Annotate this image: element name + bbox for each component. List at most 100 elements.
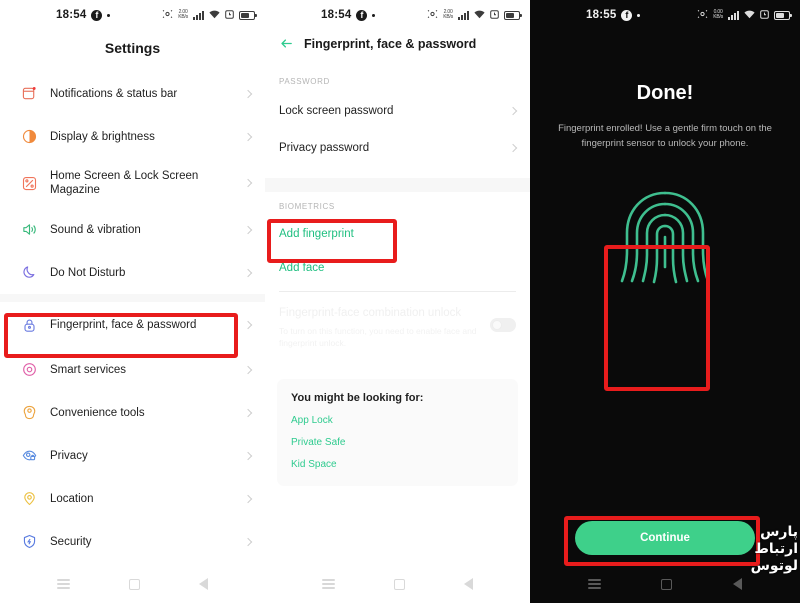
combination-unlock-title: Fingerprint-face combination unlock [279,307,462,319]
back-icon[interactable] [463,578,473,590]
sidebar-item-sound[interactable]: Sound & vibration [0,208,265,251]
suggestions-heading: You might be looking for: [291,392,424,404]
status-bar-right: 0.00 KB/s [697,6,792,24]
sound-icon [16,222,42,237]
chevron-right-icon [243,268,253,277]
back-icon[interactable] [198,578,208,590]
status-bar-left: 18:54 f [321,9,376,21]
status-bar-settings: 18:54 f 2.00 KB/s [0,0,265,30]
group-header-biometrics: BIOMETRICS [279,202,335,211]
phone-screen-enrollment-done: 18:55 f 0.00 KB/s Done! Fingerprint enro… [530,0,800,603]
watermark-line-2: ارتباط [754,541,798,557]
done-subtitle: Fingerprint enrolled! Use a gentle firm … [558,123,772,149]
sidebar-item-convenience-tools[interactable]: Convenience tools [0,391,265,434]
sidebar-item-label: Security [50,535,92,548]
sidebar-item-fingerprint-face-password[interactable]: Fingerprint, face & password [0,302,265,348]
sidebar-item-label: Display & brightness [50,130,155,143]
status-dot-icon [107,13,111,17]
home-icon[interactable] [393,578,405,590]
settings-section-divider [0,294,265,302]
sidebar-item-label: Privacy [50,449,88,462]
chevron-right-icon [243,365,253,374]
status-bar-right: 2.00 KB/s [427,6,522,24]
privacy-eye-icon [16,448,42,463]
sidebar-item-security[interactable]: Security [0,520,265,563]
recents-icon[interactable] [588,579,602,589]
back-arrow-icon[interactable] [279,36,294,51]
navigation-bar-fingerprint [265,565,530,603]
watermark-line-3: لوتوس [750,558,798,574]
recents-icon[interactable] [57,579,71,589]
list-item-lock-screen-password[interactable]: Lock screen password [265,92,530,129]
nfc-icon [162,6,173,24]
alarm-icon [225,6,234,24]
sidebar-item-home-screen[interactable]: Home Screen & Lock Screen Magazine [0,158,265,208]
battery-icon [239,10,257,20]
status-dot-icon [637,13,641,17]
recents-icon[interactable] [322,579,336,589]
security-shield-icon [16,534,42,549]
sidebar-item-label: Home Screen & Lock Screen Magazine [50,170,199,196]
settings-list-group-1: Notifications & status bar Display & bri… [0,72,265,294]
sidebar-item-label: Smart services [50,363,127,376]
combination-unlock-text: Fingerprint-face combination unlock To t… [279,306,482,349]
sidebar-item-privacy[interactable]: Privacy [0,434,265,477]
home-icon[interactable] [661,578,673,590]
list-item-label: Privacy password [279,141,370,154]
section-divider [265,178,530,192]
screenshot-stage: 18:54 f 2.00 KB/s Settings Notifications… [0,0,800,603]
wifi-icon [209,6,220,24]
combination-unlock-subtitle: To turn on this function, you need to en… [279,326,477,348]
sidebar-item-notifications[interactable]: Notifications & status bar [0,72,265,115]
status-bar-clock: 18:54 [321,9,352,21]
signal-icon [193,10,204,20]
chevron-right-icon [508,106,518,115]
moon-icon [16,265,42,280]
fingerprint-graphic [530,185,800,308]
lock-icon [16,318,42,333]
facebook-icon: f [91,9,103,21]
status-bar-left: 18:55 f [586,9,641,21]
page-title: Settings [104,40,161,56]
page-title: Fingerprint, face & password [304,36,477,51]
status-bar-clock: 18:54 [56,9,87,21]
list-item-privacy-password[interactable]: Privacy password [265,129,530,166]
sidebar-item-display[interactable]: Display & brightness [0,115,265,158]
network-speed-icon: 2.00 KB/s [443,9,453,20]
signal-icon [728,10,739,20]
wifi-icon [744,6,755,24]
list-item-add-fingerprint[interactable]: Add fingerprint [265,217,530,251]
chevron-right-icon [243,89,253,98]
signal-icon [458,10,469,20]
chevron-right-icon [243,178,253,188]
location-pin-icon [16,491,42,506]
status-bar-right: 2.00 KB/s [162,6,257,24]
suggestion-link-app-lock[interactable]: App Lock [291,415,504,426]
nfc-icon [697,6,708,24]
suggestion-link-private-safe[interactable]: Private Safe [291,437,504,448]
chevron-right-icon [243,320,253,330]
home-icon[interactable] [128,578,140,590]
battery-icon [774,10,792,20]
status-dot-icon [372,13,376,17]
chevron-right-icon [243,225,253,234]
suggestion-link-kid-space[interactable]: Kid Space [291,459,504,470]
sidebar-item-label: Fingerprint, face & password [50,319,197,331]
home-screen-icon [16,176,42,191]
sidebar-item-location[interactable]: Location [0,477,265,520]
phone-screen-settings: 18:54 f 2.00 KB/s Settings Notifications… [0,0,265,603]
sidebar-item-label: Convenience tools [50,406,145,419]
continue-button[interactable]: Continue [575,521,755,555]
sidebar-item-smart-services[interactable]: Smart services [0,348,265,391]
sidebar-item-label: Sound & vibration [50,223,141,236]
back-icon[interactable] [732,578,742,590]
facebook-icon: f [621,9,633,21]
sidebar-item-do-not-disturb[interactable]: Do Not Disturb [0,251,265,294]
facebook-icon: f [356,9,368,21]
convenience-tools-icon [16,405,42,420]
status-bar-clock: 18:55 [586,9,617,21]
network-speed-icon: 0.00 KB/s [713,9,723,20]
list-item-add-face[interactable]: Add face [265,251,530,285]
status-bar-done: 18:55 f 0.00 KB/s [530,0,800,30]
chevron-right-icon [243,537,253,546]
